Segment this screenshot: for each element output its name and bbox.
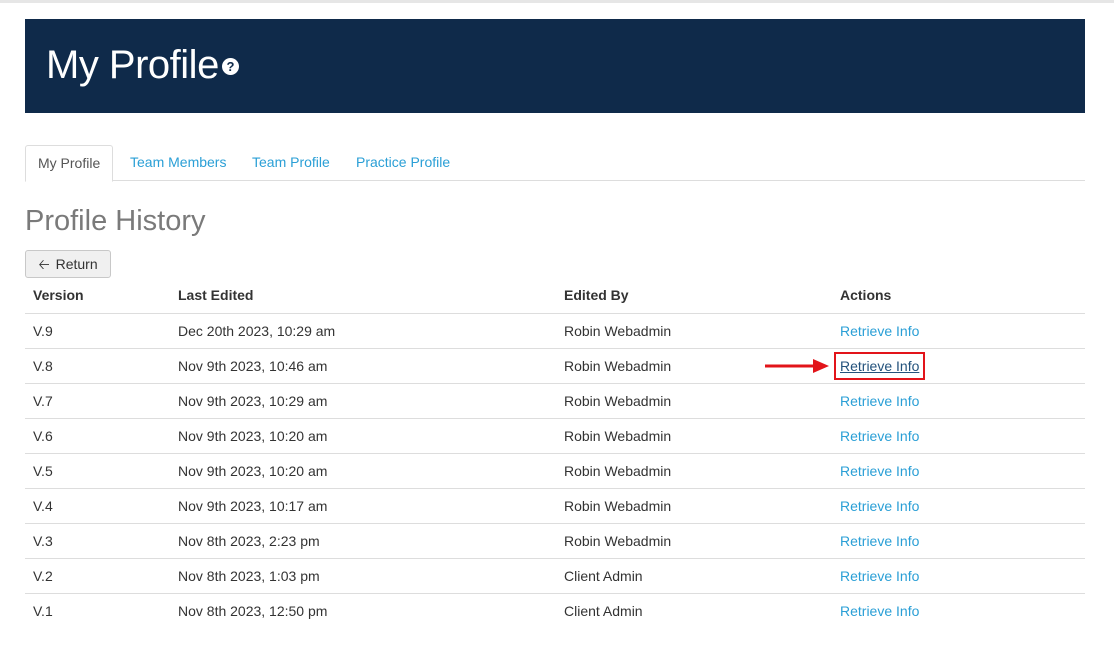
arrow-left-icon: 🡠 [38,256,50,272]
retrieve-info-link[interactable]: Retrieve Info [840,393,919,409]
cell-version: V.9 [25,313,170,349]
cell-last-edited: Nov 8th 2023, 12:50 pm [178,602,328,619]
cell-edited-by: Robin Webadmin [556,418,832,454]
cell-last-edited: Dec 20th 2023, 10:29 am [170,313,556,349]
tab-team-profile[interactable]: Team Profile [240,145,342,181]
red-arrow-annotation [765,359,829,373]
table-row: V.8 Nov 9th 2023, 10:46 am Robin Webadmi… [25,348,1085,384]
cell-actions: Retrieve Info [832,593,1085,628]
cell-last-edited: Nov 9th 2023, 10:20 am [170,453,556,489]
cell-version: V.2 [25,558,170,594]
table-row: V.2 Nov 8th 2023, 1:03 pm Client Admin R… [25,558,1085,594]
cell-actions: Retrieve Info [832,313,1085,349]
cell-version: V.5 [25,453,170,489]
cell-version: V.1 [33,602,53,619]
retrieve-info-link[interactable]: Retrieve Info [840,533,919,549]
return-button-label: Return [55,256,98,272]
cell-edited-by: Robin Webadmin [556,523,832,559]
cell-edited-by: Robin Webadmin [556,453,832,489]
retrieve-info-link[interactable]: Retrieve Info [840,603,919,619]
cell-actions: Retrieve Info [832,453,1085,489]
cell-last-edited: Nov 9th 2023, 10:17 am [170,488,556,524]
cell-last-edited: Nov 8th 2023, 2:23 pm [170,523,556,559]
cell-last-edited: Nov 9th 2023, 10:20 am [170,418,556,454]
retrieve-info-link[interactable]: Retrieve Info [840,498,919,514]
cell-last-edited: Nov 8th 2023, 1:03 pm [170,558,556,594]
table-header-row: Version Last Edited Edited By Actions [25,278,1085,314]
table-row: V.5 Nov 9th 2023, 10:20 am Robin Webadmi… [25,453,1085,489]
table-row: V.9 Dec 20th 2023, 10:29 am Robin Webadm… [25,313,1085,349]
cell-version: V.3 [25,523,170,559]
tab-team-members[interactable]: Team Members [118,145,238,181]
table-row: V.1 Nov 8th 2023, 12:50 pm Client Admin … [25,593,1085,628]
header-actions: Actions [832,278,1085,314]
retrieve-info-link[interactable]: Retrieve Info [840,463,919,479]
page-header: My Profile ? [25,19,1085,113]
top-border [0,0,1114,3]
cell-last-edited: Nov 9th 2023, 10:29 am [170,383,556,419]
section-title: Profile History [25,205,206,237]
profile-history-table: Version Last Edited Edited By Actions V.… [25,278,1085,628]
cell-version: V.6 [25,418,170,454]
retrieve-info-link[interactable]: Retrieve Info [840,323,919,339]
profile-tabs: My Profile Team Members Team Profile Pra… [25,145,1085,182]
retrieve-info-link[interactable]: Retrieve Info [840,568,919,584]
cell-edited-by: Robin Webadmin [556,488,832,524]
cell-version: V.4 [25,488,170,524]
header-edited-by: Edited By [556,278,832,314]
retrieve-info-link-highlighted[interactable]: Retrieve Info [833,351,926,380]
table-row: V.4 Nov 9th 2023, 10:17 am Robin Webadmi… [25,488,1085,524]
retrieve-info-link[interactable]: Retrieve Info [840,428,919,444]
table-row: V.3 Nov 8th 2023, 2:23 pm Robin Webadmin… [25,523,1085,559]
page-title: My Profile [46,43,219,87]
cell-edited-by: Client Admin [564,602,643,619]
cell-actions: Retrieve Info [832,348,1085,384]
cell-version: V.8 [25,348,170,384]
header-last-edited: Last Edited [170,278,556,314]
cell-edited-by: Client Admin [556,558,832,594]
cell-version: V.7 [25,383,170,419]
tab-my-profile[interactable]: My Profile [25,145,114,182]
return-button[interactable]: 🡠 Return [25,250,111,278]
cell-actions: Retrieve Info [832,418,1085,454]
tab-practice-profile[interactable]: Practice Profile [344,145,462,181]
header-version: Version [25,278,170,314]
cell-edited-by: Robin Webadmin [556,383,832,419]
cell-actions: Retrieve Info [832,523,1085,559]
cell-actions: Retrieve Info [832,558,1085,594]
cell-last-edited: Nov 9th 2023, 10:46 am [170,348,556,384]
question-circle-icon[interactable]: ? [222,58,239,75]
cell-actions: Retrieve Info [832,383,1085,419]
cell-actions: Retrieve Info [832,488,1085,524]
table-row: V.7 Nov 9th 2023, 10:29 am Robin Webadmi… [25,383,1085,419]
table-row: V.6 Nov 9th 2023, 10:20 am Robin Webadmi… [25,418,1085,454]
cell-edited-by: Robin Webadmin [556,313,832,349]
